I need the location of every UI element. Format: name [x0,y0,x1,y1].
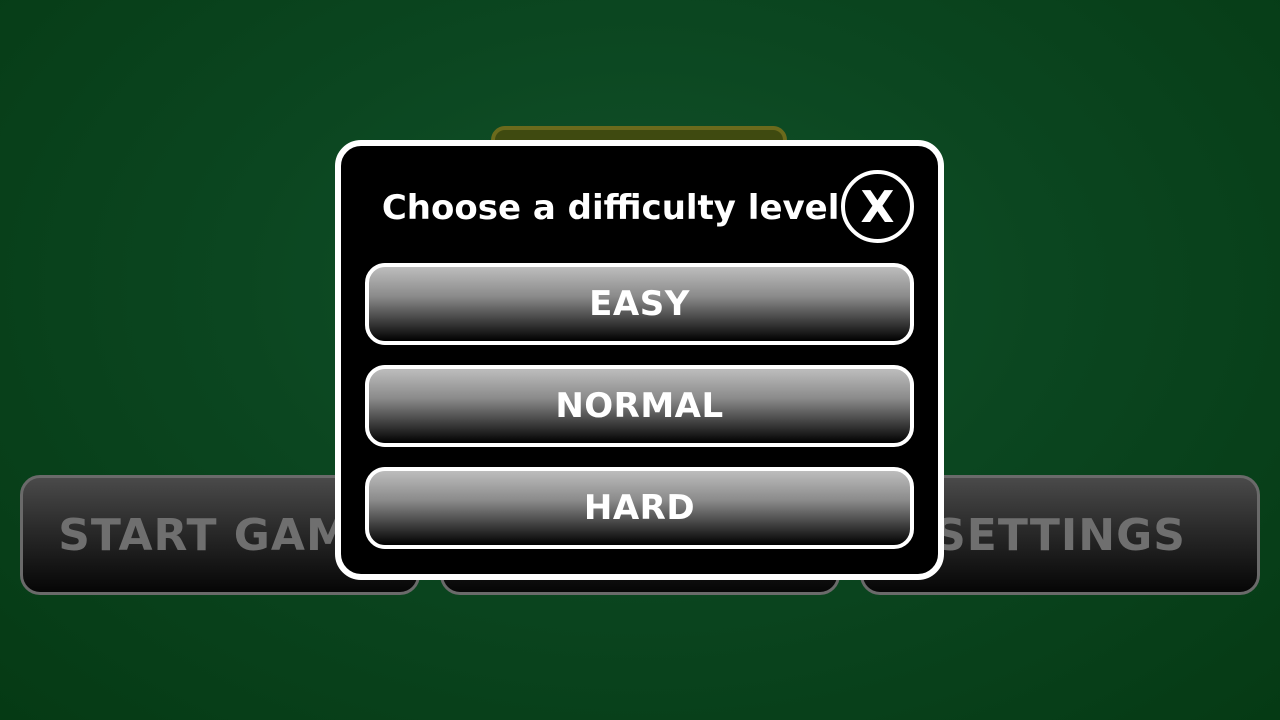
normal-label: NORMAL [555,386,724,426]
close-icon: X [860,181,895,233]
easy-button[interactable]: EASY [365,263,914,345]
settings-label: SETTINGS [934,509,1186,561]
normal-button[interactable]: NORMAL [365,365,914,447]
difficulty-dialog: Choose a difficulty level: X EASY NORMAL… [335,140,944,580]
hard-button[interactable]: HARD [365,467,914,549]
hard-label: HARD [583,488,696,528]
easy-label: EASY [589,284,690,324]
start-game-label: START GAME [58,509,382,561]
dialog-title: Choose a difficulty level: [381,188,853,228]
close-button[interactable]: X [841,170,914,243]
